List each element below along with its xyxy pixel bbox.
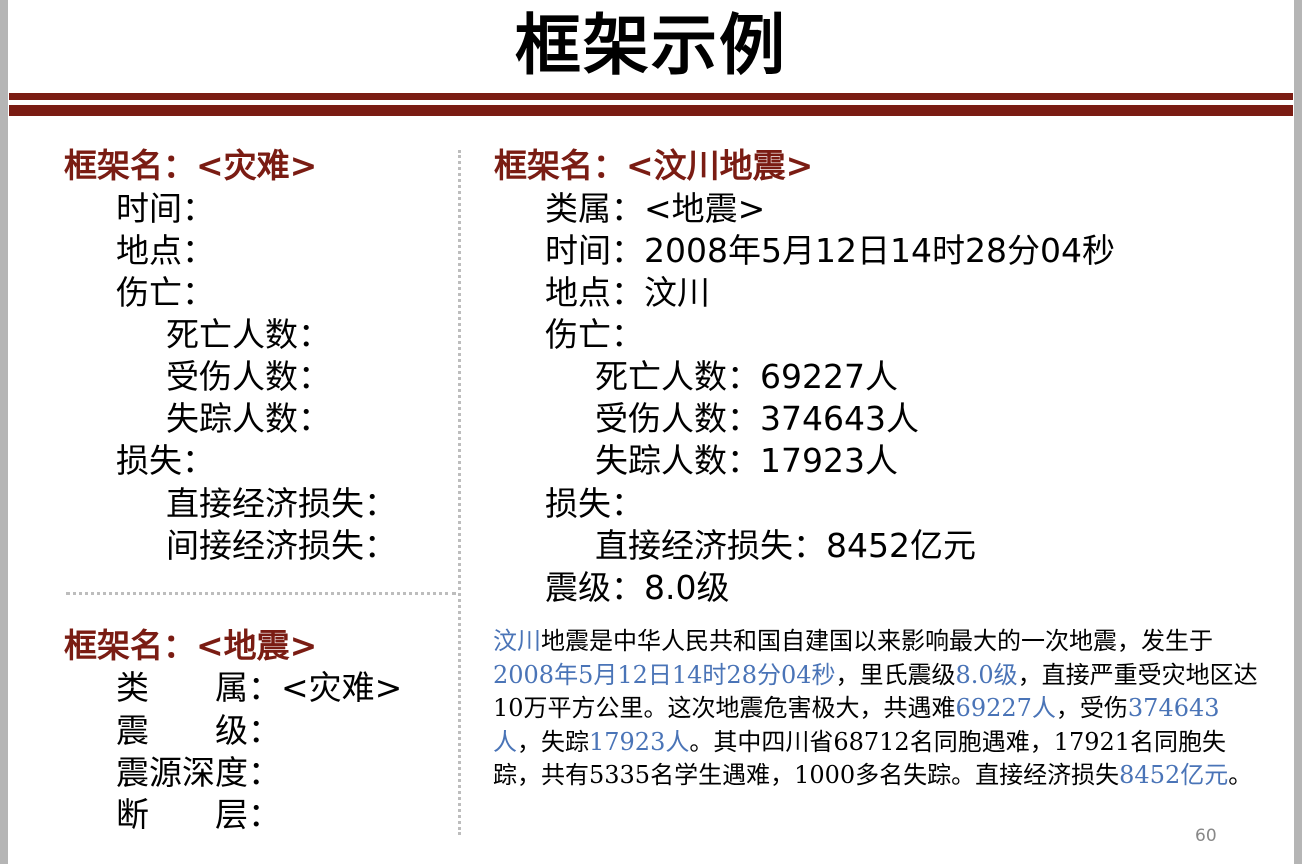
page-number: 60 bbox=[1195, 826, 1217, 846]
wenchuan-slot-casualties: 伤亡： bbox=[545, 315, 644, 354]
disaster-slot-indirect-loss: 间接经济损失： bbox=[166, 526, 397, 565]
earthquake-slot-fault: 断 层： bbox=[116, 795, 281, 834]
description-paragraph: 汶川地震是中华人民共和国自建国以来影响最大的一次地震，发生于 2008年5月12日… bbox=[493, 625, 1258, 793]
disaster-slot-location: 地点： bbox=[116, 231, 215, 270]
earthquake-frame-name: 框架名：<地震> bbox=[64, 626, 318, 665]
right-frame-edge bbox=[1294, 0, 1302, 864]
earthquake-slot-magnitude: 震 级： bbox=[116, 711, 281, 750]
disaster-slot-missing: 失踪人数： bbox=[166, 399, 331, 438]
text-segment: 地震是中华人民共和国自建国以来影响最大的一次地震，发生于 bbox=[541, 627, 1213, 655]
disaster-slot-direct-loss: 直接经济损失： bbox=[166, 484, 397, 523]
vertical-divider bbox=[458, 150, 461, 835]
disaster-slot-deaths: 死亡人数： bbox=[166, 315, 331, 354]
wenchuan-slot-direct-loss: 直接经济损失：8452亿元 bbox=[595, 526, 976, 565]
text-segment: 汶川 bbox=[493, 627, 541, 655]
text-segment: ，受伤 bbox=[1055, 694, 1128, 722]
text-segment: 17923人 bbox=[589, 727, 690, 756]
disaster-slot-time: 时间： bbox=[116, 189, 215, 228]
disaster-slot-injured: 受伤人数： bbox=[166, 357, 331, 396]
disaster-frame-name: 框架名：<灾难> bbox=[64, 146, 318, 185]
disaster-slot-casualties: 伤亡： bbox=[116, 273, 215, 312]
wenchuan-slot-location: 地点：汶川 bbox=[545, 273, 710, 312]
text-segment: ，失踪 bbox=[517, 727, 589, 756]
wenchuan-slot-missing: 失踪人数：17923人 bbox=[595, 441, 898, 480]
wenchuan-slot-time: 时间：2008年5月12日14时28分04秒 bbox=[545, 231, 1115, 270]
earthquake-slot-depth: 震源深度： bbox=[116, 753, 281, 792]
title-rule-top bbox=[9, 93, 1293, 100]
wenchuan-frame-name: 框架名：<汶川地震> bbox=[494, 146, 814, 185]
text-segment: 8452亿元 bbox=[1119, 761, 1229, 789]
slide-title: 框架示例 bbox=[515, 7, 787, 84]
disaster-slot-loss: 损失： bbox=[116, 441, 215, 480]
horizontal-divider bbox=[66, 592, 456, 595]
earthquake-slot-category: 类 属：<灾难> bbox=[116, 668, 403, 707]
wenchuan-slot-category: 类属：<地震> bbox=[545, 189, 766, 228]
text-segment: 69227人 bbox=[955, 694, 1056, 722]
wenchuan-slot-magnitude: 震级：8.0级 bbox=[545, 568, 730, 607]
text-segment: 2008年5月12日14时28分04秒 bbox=[493, 660, 836, 689]
title-rule-bottom bbox=[9, 105, 1293, 116]
wenchuan-slot-loss: 损失： bbox=[545, 484, 644, 523]
text-segment: 。 bbox=[1228, 761, 1253, 789]
text-segment: 8.0级 bbox=[955, 660, 1018, 689]
text-segment: ，里氏震级 bbox=[835, 660, 956, 689]
wenchuan-slot-deaths: 死亡人数：69227人 bbox=[595, 357, 898, 396]
left-frame-edge bbox=[0, 0, 8, 864]
wenchuan-slot-injured: 受伤人数：374643人 bbox=[595, 399, 919, 438]
